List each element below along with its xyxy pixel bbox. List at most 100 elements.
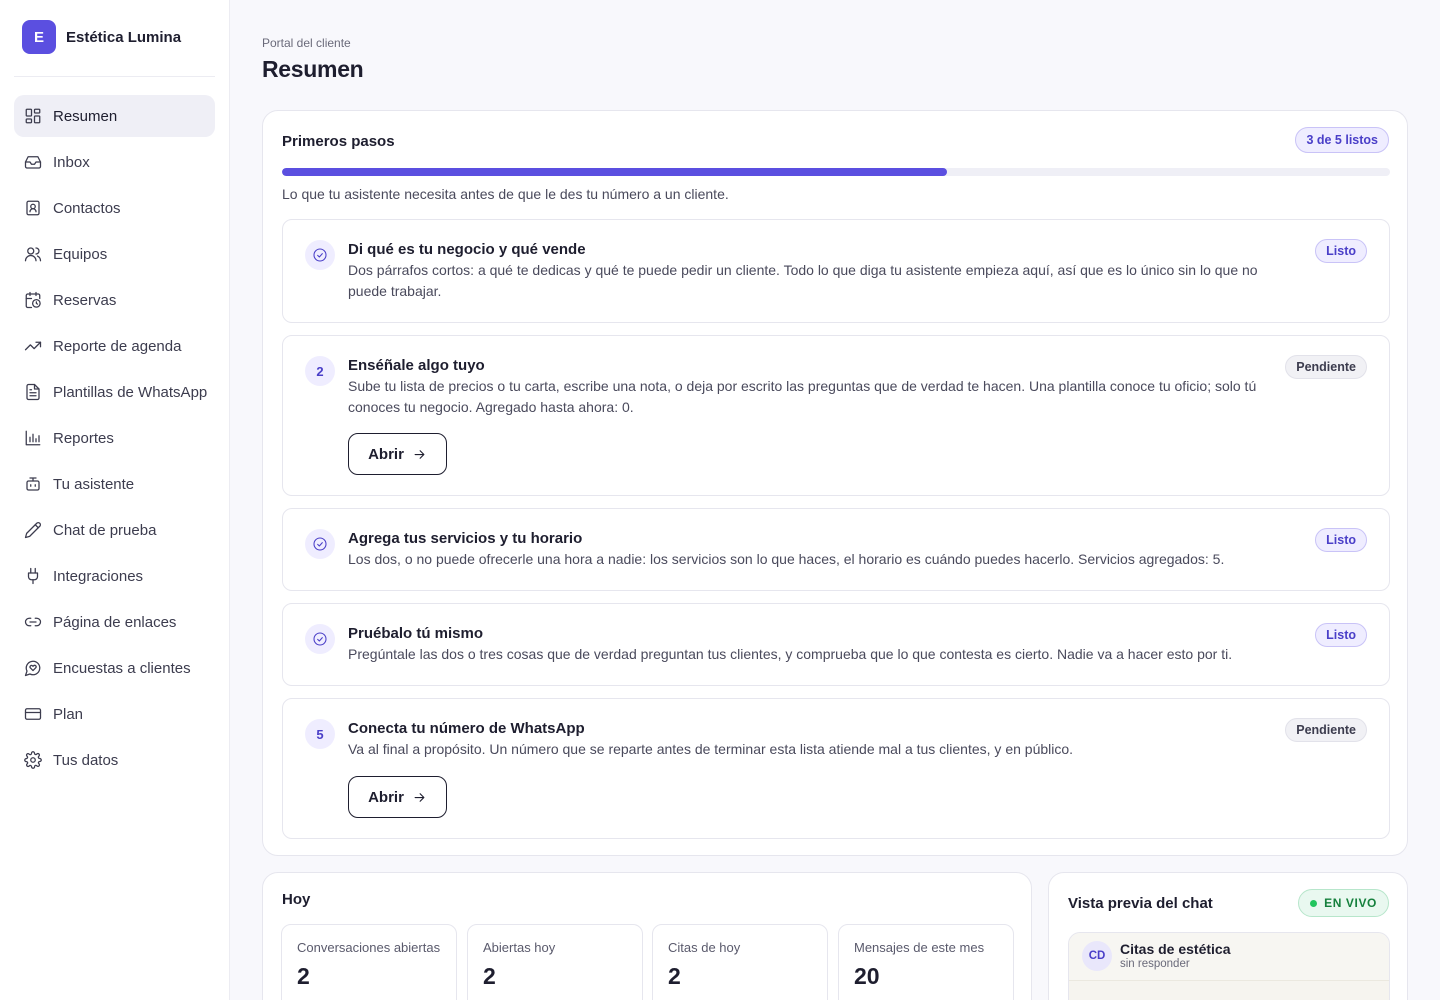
step-number: 2: [305, 356, 335, 386]
users-icon: [24, 247, 42, 262]
step-body: Enséñale algo tuyo Sube tu lista de prec…: [348, 356, 1293, 418]
stat-value: 20: [854, 963, 880, 989]
sidebar-item-contactos[interactable]: Contactos: [14, 187, 215, 229]
step-item: Agrega tus servicios y tu horario Los do…: [282, 508, 1390, 591]
stat-label: Conversaciones abiertas: [297, 940, 441, 955]
gear-icon: [24, 751, 42, 769]
sidebar-item-reporte-agenda[interactable]: Reporte de agenda: [14, 325, 215, 367]
step-description: Dos párrafos cortos: a qué te dedicas y …: [348, 262, 1258, 299]
step-body: Pruébalo tú mismo Pregúntale las dos o t…: [348, 624, 1293, 665]
stat-value: 2: [297, 963, 310, 989]
sidebar-item-resumen[interactable]: Resumen: [14, 95, 215, 137]
trending-up-icon: [24, 341, 42, 351]
sidebar: E Estética Lumina Resumen Inbox Contacto…: [0, 0, 230, 1000]
divider: [14, 76, 215, 77]
sidebar-item-inbox[interactable]: Inbox: [14, 141, 215, 183]
stat-appointments-today[interactable]: Citas de hoy 2: [652, 924, 828, 1000]
sidebar-item-reservas[interactable]: Reservas: [14, 279, 215, 321]
sidebar-item-label: Encuestas a clientes: [53, 659, 191, 677]
step-body: Di qué es tu negocio y qué vende Dos pár…: [348, 240, 1293, 302]
step-item: Di qué es tu negocio y qué vende Dos pár…: [282, 219, 1390, 323]
step-description: Pregúntale las dos o tres cosas que de v…: [348, 646, 1233, 662]
sidebar-item-label: Chat de prueba: [53, 521, 157, 539]
step-item: 5 Conecta tu número de WhatsApp Va al fi…: [282, 698, 1390, 839]
sidebar-nav: Resumen Inbox Contactos Equipos Reservas…: [14, 95, 215, 785]
avatar: CD: [1082, 941, 1112, 971]
stat-label: Abiertas hoy: [483, 940, 556, 955]
open-button[interactable]: Abrir: [348, 433, 447, 475]
step-item: Pruébalo tú mismo Pregúntale las dos o t…: [282, 603, 1390, 686]
sidebar-item-encuestas[interactable]: Encuestas a clientes: [14, 647, 215, 689]
progress-bar-fill: [282, 168, 947, 176]
status-badge: Listo: [1315, 239, 1367, 263]
brand[interactable]: E Estética Lumina: [22, 20, 181, 54]
check-circle-icon: [305, 624, 335, 654]
live-badge: EN VIVO: [1298, 889, 1389, 917]
sidebar-item-pagina-enlaces[interactable]: Página de enlaces: [14, 601, 215, 643]
card-description: Lo que tu asistente necesita antes de qu…: [282, 186, 729, 202]
sidebar-item-label: Resumen: [53, 107, 118, 125]
stat-open-conversations[interactable]: Conversaciones abiertas 2: [281, 924, 457, 1000]
step-description: Va al final a propósito. Un número que s…: [348, 741, 1074, 757]
step-body: Agrega tus servicios y tu horario Los do…: [348, 529, 1293, 570]
bot-icon: [26, 477, 40, 491]
open-button[interactable]: Abrir: [348, 776, 447, 818]
sidebar-item-label: Reportes: [53, 429, 114, 447]
progress-count-badge: 3 de 5 listos: [1295, 127, 1389, 153]
stat-value: 2: [668, 963, 681, 989]
dashboard-icon: [25, 108, 41, 124]
stat-value: 2: [483, 963, 496, 989]
message-heart-icon: [24, 660, 41, 677]
step-title: Enséñale algo tuyo: [348, 357, 485, 374]
sidebar-item-tu-asistente[interactable]: Tu asistente: [14, 463, 215, 505]
stat-label: Citas de hoy: [668, 940, 741, 955]
sidebar-item-label: Inbox: [53, 153, 90, 171]
calendar-clock-icon: [25, 291, 41, 309]
step-body: Conecta tu número de WhatsApp Va al fina…: [348, 719, 1293, 760]
card-title: Hoy: [282, 891, 311, 908]
brand-logo: E: [22, 20, 56, 54]
status-badge: Pendiente: [1285, 718, 1367, 742]
sidebar-item-label: Equipos: [53, 245, 108, 263]
breadcrumb[interactable]: Portal del cliente: [262, 36, 351, 50]
sidebar-item-label: Página de enlaces: [53, 613, 177, 631]
sidebar-item-label: Tus datos: [53, 751, 119, 769]
step-title: Agrega tus servicios y tu horario: [348, 530, 583, 547]
live-badge-label: EN VIVO: [1324, 896, 1377, 910]
stat-opened-today[interactable]: Abiertas hoy 2: [467, 924, 643, 1000]
bar-chart-icon: [25, 430, 41, 446]
step-number: 5: [305, 719, 335, 749]
status-badge: Listo: [1315, 528, 1367, 552]
sidebar-item-equipos[interactable]: Equipos: [14, 233, 215, 275]
contacts-icon: [26, 200, 40, 216]
sidebar-item-chat-prueba[interactable]: Chat de prueba: [14, 509, 215, 551]
sidebar-item-plantillas-whatsapp[interactable]: Plantillas de WhatsApp: [14, 371, 215, 413]
sidebar-item-reportes[interactable]: Reportes: [14, 417, 215, 459]
live-dot-icon: [1310, 899, 1318, 907]
arrow-right-icon: [414, 792, 425, 802]
step-title: Conecta tu número de WhatsApp: [348, 720, 585, 737]
sidebar-item-plan[interactable]: Plan: [14, 693, 215, 735]
card-title: Vista previa del chat: [1068, 895, 1213, 912]
chat-window[interactable]: CD Citas de estética sin responder: [1068, 932, 1390, 1000]
step-item: 2 Enséñale algo tuyo Sube tu lista de pr…: [282, 335, 1390, 496]
progress-bar: [282, 168, 1390, 176]
step-description: Los dos, o no puede ofrecerle una hora a…: [348, 551, 1225, 567]
sidebar-item-label: Reservas: [53, 291, 117, 309]
link-icon: [24, 617, 42, 627]
sidebar-item-integraciones[interactable]: Integraciones: [14, 555, 215, 597]
page-title: Resumen: [262, 56, 364, 82]
status-badge: Pendiente: [1285, 355, 1367, 379]
stat-messages-month[interactable]: Mensajes de este mes 20: [838, 924, 1014, 1000]
chat-contact-status: sin responder: [1120, 958, 1190, 970]
sidebar-item-label: Plantillas de WhatsApp: [53, 383, 208, 401]
sidebar-item-label: Contactos: [53, 199, 121, 217]
sidebar-item-tus-datos[interactable]: Tus datos: [14, 739, 215, 781]
chat-preview-card: Vista previa del chat EN VIVO CD Citas d…: [1048, 872, 1408, 1000]
stat-label: Mensajes de este mes: [854, 940, 985, 955]
status-badge: Listo: [1315, 623, 1367, 647]
pencil-icon: [24, 522, 41, 539]
brand-name: Estética Lumina: [66, 28, 182, 46]
sidebar-item-label: Plan: [53, 705, 84, 723]
sidebar-item-label: Integraciones: [53, 567, 144, 585]
